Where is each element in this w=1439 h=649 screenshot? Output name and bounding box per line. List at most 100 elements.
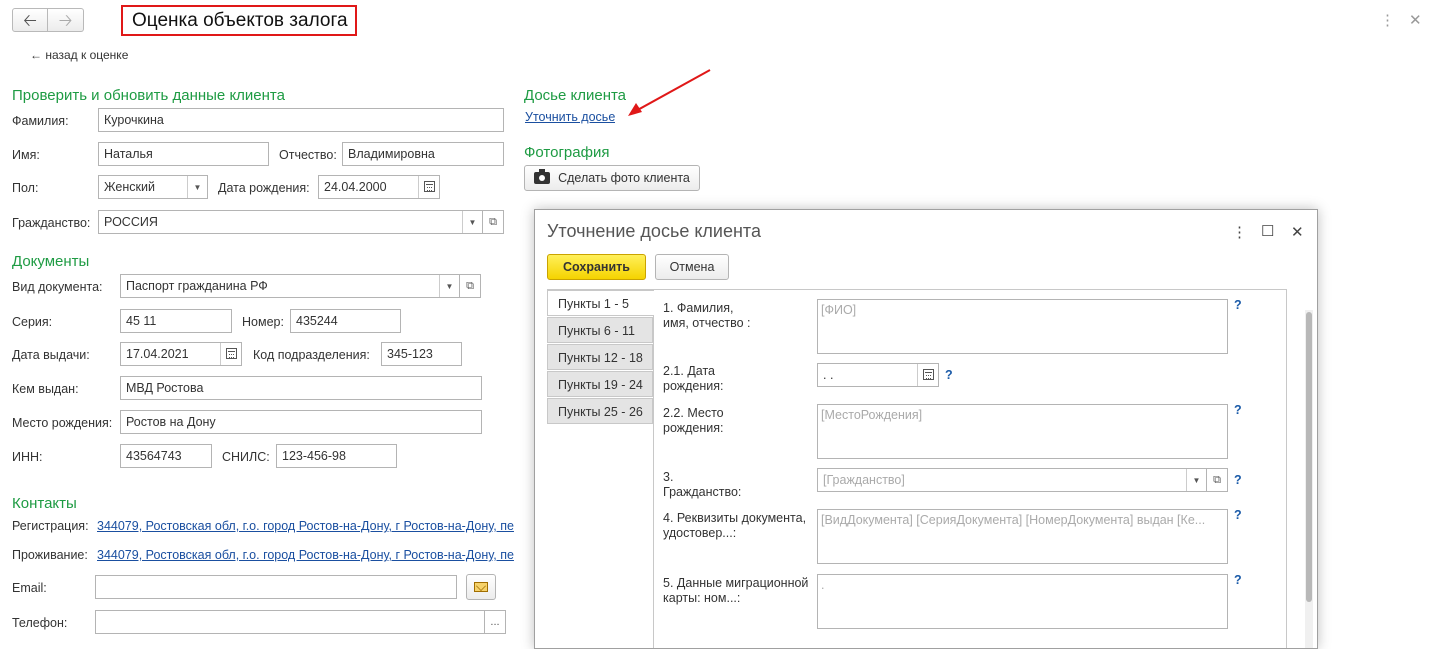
migration-textarea[interactable]: . [817, 574, 1228, 629]
birthplace-input[interactable]: Ростов на Дону [120, 410, 482, 434]
tab-points-19-24[interactable]: Пункты 19 - 24 [547, 371, 653, 397]
arrow-right-icon: 🡢 [58, 10, 73, 30]
tab-points-12-18[interactable]: Пункты 12 - 18 [547, 344, 653, 370]
birthplace-modal-label: 2.2. Место рождения: [663, 406, 724, 435]
calendar-button[interactable] [220, 343, 241, 365]
patronymic-input[interactable]: Владимировна [342, 142, 504, 166]
open-window-icon: ⧉ [1213, 473, 1221, 486]
email-input[interactable] [95, 575, 457, 599]
dob-input[interactable]: . . [817, 363, 939, 387]
chevron-down-icon[interactable]: ▼ [439, 275, 459, 297]
birthdate-input[interactable]: 24.04.2000 [318, 175, 440, 199]
registration-label: Регистрация: [12, 519, 89, 533]
dept-code-input[interactable]: 345-123 [381, 342, 462, 366]
help-icon[interactable]: ? [1234, 573, 1242, 587]
snils-input[interactable]: 123-456-98 [276, 444, 397, 468]
dossier-modal: Уточнение досье клиента ⋮ ☐ ✕ Сохранить … [534, 209, 1318, 649]
tab-points-6-11[interactable]: Пункты 6 - 11 [547, 317, 653, 343]
tab-points-25-26[interactable]: Пункты 25 - 26 [547, 398, 653, 424]
help-icon[interactable]: ? [945, 368, 953, 382]
help-icon[interactable]: ? [1234, 403, 1242, 417]
kebab-menu-icon[interactable]: ⋮ [1380, 11, 1395, 29]
send-email-button[interactable] [466, 574, 496, 600]
help-icon[interactable]: ? [1234, 298, 1242, 312]
tab-points-1-5[interactable]: Пункты 1 - 5 [547, 290, 654, 316]
envelope-icon [474, 582, 488, 592]
page-title: Оценка объектов залога [121, 5, 357, 36]
close-icon[interactable]: ✕ [1409, 11, 1422, 29]
help-icon[interactable]: ? [1234, 508, 1242, 522]
calendar-icon [226, 348, 237, 359]
documents-textarea[interactable]: [ВидДокумента] [СерияДокумента] [НомерДо… [817, 509, 1228, 564]
patronymic-label: Отчество: [279, 148, 337, 162]
maximize-icon[interactable]: ☐ [1261, 222, 1274, 240]
gender-label: Пол: [12, 181, 39, 195]
series-label: Серия: [12, 315, 53, 329]
gender-select[interactable]: Женский ▼ [98, 175, 208, 199]
dob-value: . . [823, 368, 834, 382]
kebab-menu-icon[interactable]: ⋮ [1232, 223, 1247, 241]
open-doctype-button[interactable]: ⧉ [459, 274, 481, 298]
birthplace-textarea[interactable]: [МестоРождения] [817, 404, 1228, 459]
back-to-evaluation-link[interactable]: ← назад к оценке [30, 48, 128, 62]
photo-section-title: Фотография [524, 144, 610, 161]
chevron-down-icon[interactable]: ▼ [187, 176, 207, 198]
scrollbar-thumb[interactable] [1306, 312, 1312, 602]
clarify-dossier-link[interactable]: Уточнить досье [525, 110, 615, 124]
email-label: Email: [12, 581, 47, 595]
residence-address-link[interactable]: 344079, Ростовская обл, г.о. город Росто… [97, 548, 533, 562]
number-label: Номер: [242, 315, 284, 329]
open-window-icon: ⧉ [489, 215, 497, 228]
tabs-area: Пункты 1 - 5 Пункты 6 - 11 Пункты 12 - 1… [547, 289, 1287, 648]
series-input[interactable]: 45 11 [120, 309, 232, 333]
birthdate-label: Дата рождения: [218, 181, 310, 195]
dossier-section-title: Досье клиента [524, 87, 627, 104]
inn-input[interactable]: 43564743 [120, 444, 212, 468]
snils-label: СНИЛС: [222, 450, 270, 464]
issued-by-input[interactable]: МВД Ростова [120, 376, 482, 400]
chevron-down-icon[interactable]: ▼ [1186, 469, 1206, 491]
phone-select-button[interactable]: ... [484, 610, 506, 634]
calendar-button[interactable] [917, 364, 938, 386]
doctype-select[interactable]: Паспорт гражданина РФ ▼ [120, 274, 460, 298]
open-citizenship-modal-button[interactable]: ⧉ [1206, 468, 1228, 492]
save-button[interactable]: Сохранить [547, 254, 646, 280]
take-photo-button[interactable]: Сделать фото клиента [524, 165, 700, 191]
gender-value: Женский [104, 180, 155, 194]
documents-section-title: Документы [12, 253, 90, 270]
citizenship-modal-label: 3. Гражданство: [663, 470, 742, 499]
citizenship-select[interactable]: РОССИЯ ▼ [98, 210, 483, 234]
forward-button[interactable]: 🡢 [48, 8, 84, 32]
back-button[interactable]: 🡠 [12, 8, 48, 32]
number-input[interactable]: 435244 [290, 309, 401, 333]
name-label: Имя: [12, 148, 40, 162]
chevron-down-icon[interactable]: ▼ [462, 211, 482, 233]
close-icon[interactable]: ✕ [1291, 223, 1304, 241]
fio-textarea[interactable]: [ФИО] [817, 299, 1228, 354]
cancel-button[interactable]: Отмена [655, 254, 729, 280]
citizenship-value: РОССИЯ [104, 215, 158, 229]
citizenship-modal-select[interactable]: [Гражданство] ▼ [817, 468, 1207, 492]
take-photo-label: Сделать фото клиента [558, 171, 690, 185]
help-icon[interactable]: ? [1234, 473, 1242, 487]
annotation-arrow [628, 69, 711, 116]
surname-label: Фамилия: [12, 114, 69, 128]
calendar-button[interactable] [418, 176, 439, 198]
inn-label: ИНН: [12, 450, 43, 464]
registration-address-link[interactable]: 344079, Ростовская обл, г.о. город Росто… [97, 519, 533, 533]
open-citizenship-button[interactable]: ⧉ [482, 210, 504, 234]
calendar-icon [424, 181, 435, 192]
phone-label: Телефон: [12, 616, 68, 630]
issue-date-input[interactable]: 17.04.2021 [120, 342, 242, 366]
phone-input[interactable] [95, 610, 485, 634]
surname-input[interactable]: Курочкина [98, 108, 504, 132]
name-input[interactable]: Наталья [98, 142, 269, 166]
doctype-label: Вид документа: [12, 280, 103, 294]
citizenship-label: Гражданство: [12, 216, 91, 230]
fio-label: 1. Фамилия, имя, отчество : [663, 301, 751, 330]
dept-code-label: Код подразделения: [253, 348, 370, 362]
birthdate-value: 24.04.2000 [324, 180, 387, 194]
birthplace-label: Место рождения: [12, 416, 113, 430]
issue-date-value: 17.04.2021 [126, 347, 189, 361]
modal-title: Уточнение досье клиента [547, 221, 761, 241]
